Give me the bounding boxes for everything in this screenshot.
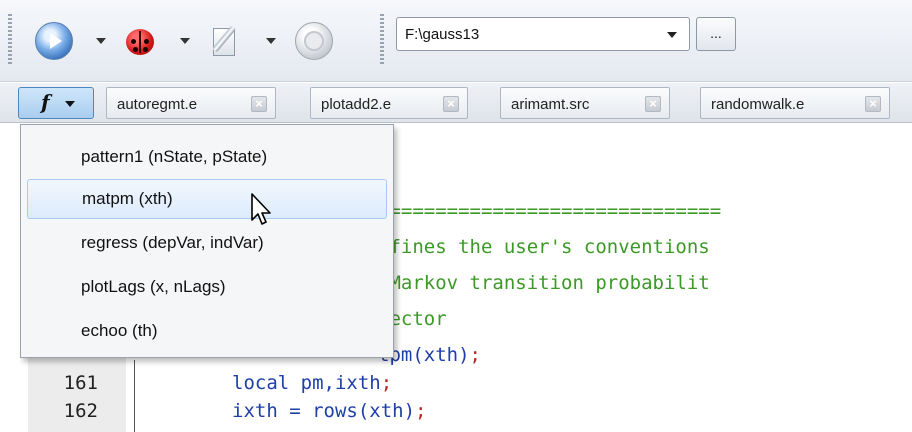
code-punctuation: ; <box>469 344 481 366</box>
code-punctuation: ; <box>415 400 427 422</box>
code-punctuation: ; <box>380 372 393 394</box>
stop-icon <box>295 22 333 60</box>
tab-randomwalk[interactable]: randomwalk.e × <box>700 87 890 119</box>
ladybug-icon <box>122 25 158 57</box>
tab-label: plotadd2.e <box>321 96 392 113</box>
code-text: local pm,ixth <box>232 372 381 394</box>
function-list-menu: pattern1 (nState, pState) matpm (xth) re… <box>20 124 394 358</box>
main-toolbar: F:\gauss13 ... <box>0 0 912 82</box>
debug-dropdown-arrow-icon[interactable] <box>180 38 190 44</box>
tab-label: arimamt.src <box>511 96 590 113</box>
code-comment: ============================== <box>378 200 722 222</box>
chevron-down-icon <box>65 101 75 107</box>
close-icon[interactable]: × <box>443 96 459 112</box>
code-text: ixth = rows(xth) <box>232 400 416 422</box>
mouse-pointer-icon <box>251 193 271 225</box>
function-list-button[interactable]: f <box>18 87 94 119</box>
menu-item-echoo[interactable]: echoo (th) <box>27 311 387 351</box>
tab-autoregmt[interactable]: autoregmt.e × <box>106 87 276 119</box>
file-tab-strip: f autoregmt.e × plotadd2.e × arimamt.src… <box>0 83 912 123</box>
edit-button[interactable] <box>204 20 248 62</box>
toolbar-grip[interactable] <box>8 14 12 66</box>
close-icon[interactable]: × <box>251 96 267 112</box>
fold-marker <box>134 360 135 432</box>
menu-item-regress[interactable]: regress (depVar, indVar) <box>27 223 387 263</box>
line-number: 162 <box>63 400 98 422</box>
tab-label: randomwalk.e <box>711 96 805 113</box>
edit-dropdown-arrow-icon[interactable] <box>266 38 276 44</box>
line-number: 161 <box>63 372 98 394</box>
debug-button[interactable] <box>118 20 162 62</box>
run-button[interactable] <box>32 20 76 62</box>
working-directory-combo[interactable]: F:\gauss13 <box>396 17 690 51</box>
menu-item-pattern1[interactable]: pattern1 (nState, pState) <box>27 137 387 177</box>
close-icon[interactable]: × <box>865 96 881 112</box>
run-dropdown-arrow-icon[interactable] <box>96 38 106 44</box>
tab-label: autoregmt.e <box>117 96 198 113</box>
browse-button[interactable]: ... <box>696 17 736 51</box>
play-icon <box>35 22 73 60</box>
menu-item-matpm[interactable]: matpm (xth) <box>27 179 387 219</box>
working-directory-value: F:\gauss13 <box>405 26 480 43</box>
close-icon[interactable]: × <box>645 96 661 112</box>
tab-arimamt[interactable]: arimamt.src × <box>500 87 670 119</box>
code-line: local pm,ixth; <box>232 372 392 394</box>
chevron-down-icon[interactable] <box>667 32 677 38</box>
tab-plotadd2[interactable]: plotadd2.e × <box>310 87 468 119</box>
toolbar-grip[interactable] <box>380 14 384 66</box>
menu-item-plotlags[interactable]: plotLags (x, nLags) <box>27 267 387 307</box>
code-comment: efines the user's conventions <box>378 236 710 258</box>
code-comment: Markov transition probabilit <box>378 272 710 294</box>
edit-icon <box>211 24 241 58</box>
code-line: ixth = rows(xth); <box>232 400 426 422</box>
stop-button[interactable] <box>292 20 336 62</box>
function-icon: f <box>41 90 50 114</box>
